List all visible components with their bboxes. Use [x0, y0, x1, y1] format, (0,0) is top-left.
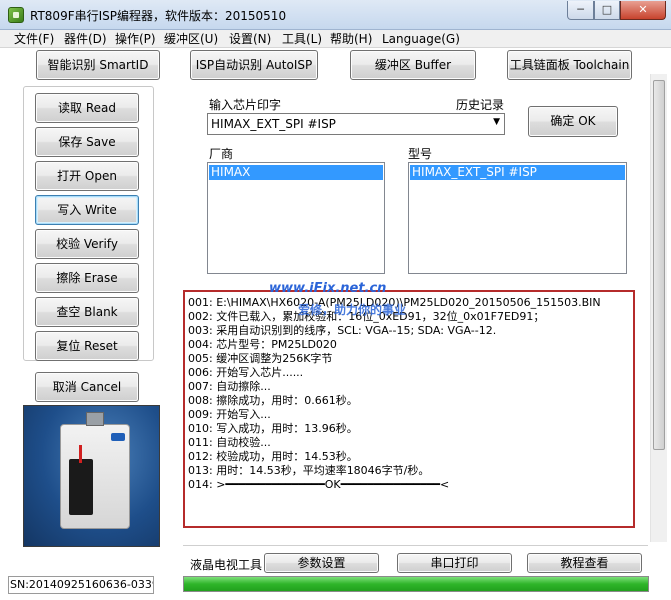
log-line: 010: 写入成功，用时：13.96秒。 — [188, 422, 358, 435]
brand-logo — [111, 433, 125, 441]
menu-help[interactable]: 帮助(H) — [330, 31, 372, 47]
menu-operation[interactable]: 操作(P) — [115, 31, 156, 47]
write-button[interactable]: 写入 Write — [35, 195, 139, 225]
log-line: 014: >━━━━━━━━━━━━━━━OK━━━━━━━━━━━━━━━< — [188, 478, 450, 491]
menu-language[interactable]: Language(G) — [382, 31, 460, 47]
title-bar: RT809F串行ISP编程器，软件版本：20150510 ─ □ ✕ — [0, 0, 671, 30]
vendor-list[interactable]: HIMAX — [207, 162, 385, 274]
app-icon — [8, 7, 24, 23]
log-line: 011: 自动校验... — [188, 436, 271, 449]
log-line: 006: 开始写入芯片...... — [188, 366, 304, 379]
erase-button[interactable]: 擦除 Erase — [35, 263, 139, 293]
blank-button[interactable]: 查空 Blank — [35, 297, 139, 327]
verify-button[interactable]: 校验 Verify — [35, 229, 139, 259]
window-scrollbar[interactable] — [650, 74, 667, 542]
usb-port — [86, 412, 104, 426]
save-button[interactable]: 保存 Save — [35, 127, 139, 157]
programmer-photo — [23, 405, 160, 547]
zif-socket — [69, 459, 93, 515]
tv-tools-label: 液晶电视工具 — [190, 558, 263, 572]
window-title: RT809F串行ISP编程器，软件版本：20150510 — [30, 9, 287, 23]
tutorial-button[interactable]: 教程查看 — [527, 553, 642, 573]
vendor-list-item-selected[interactable]: HIMAX — [209, 165, 383, 180]
scrollbar-thumb[interactable] — [653, 80, 665, 450]
chip-input-label: 输入芯片印字 — [209, 98, 282, 112]
serial-print-button[interactable]: 串口打印 — [397, 553, 512, 573]
params-button[interactable]: 参数设置 — [264, 553, 379, 573]
log-line: 013: 用时：14.53秒，平均速率18046字节/秒。 — [188, 464, 430, 477]
log-line: 009: 开始写入... — [188, 408, 271, 421]
buffer-button[interactable]: 缓冲区 Buffer — [350, 50, 476, 80]
open-button[interactable]: 打开 Open — [35, 161, 139, 191]
autoisp-button[interactable]: ISP自动识别 AutoISP — [190, 50, 318, 80]
maximize-button[interactable]: □ — [594, 1, 620, 20]
menu-device[interactable]: 器件(D) — [64, 31, 107, 47]
log-line: 004: 芯片型号：PM25LD020 — [188, 338, 337, 351]
toolchain-button[interactable]: 工具链面板 Toolchain — [507, 50, 632, 80]
model-list[interactable]: HIMAX_EXT_SPI #ISP — [408, 162, 627, 274]
read-button[interactable]: 读取 Read — [35, 93, 139, 123]
model-list-item-selected[interactable]: HIMAX_EXT_SPI #ISP — [410, 165, 625, 180]
menu-tools[interactable]: 工具(L) — [282, 31, 322, 47]
progress-bar — [183, 576, 649, 592]
watermark-slogan: 爱修，助力你的事业 — [298, 303, 407, 317]
log-line: 008: 擦除成功，用时：0.661秒。 — [188, 394, 358, 407]
menu-settings[interactable]: 设置(N) — [229, 31, 271, 47]
log-line: 012: 校验成功，用时：14.53秒。 — [188, 450, 358, 463]
log-line: 007: 自动擦除... — [188, 380, 271, 393]
programmer-body — [60, 424, 130, 529]
log-panel[interactable]: 001: E:\HIMAX\HX6020-A(PM25LD020)\PM25LD… — [183, 290, 635, 528]
model-label: 型号 — [408, 147, 433, 161]
chip-combobox[interactable]: HIMAX_EXT_SPI #ISP ▼ — [207, 113, 505, 135]
cancel-button[interactable]: 取消 Cancel — [35, 372, 139, 402]
ok-button[interactable]: 确定 OK — [528, 106, 618, 137]
smartid-button[interactable]: 智能识别 SmartID — [36, 50, 160, 80]
history-label: 历史记录 — [456, 98, 505, 112]
minimize-button[interactable]: ─ — [567, 1, 594, 20]
socket-lever — [79, 445, 82, 463]
dropdown-arrow-icon[interactable]: ▼ — [493, 117, 500, 127]
watermark-url: www.iFix.net.cn — [269, 281, 387, 296]
log-line: 003: 采用自动识别到的线序，SCL: VGA--15; SDA: VGA--… — [188, 324, 497, 337]
log-line: 005: 缓冲区调整为256K字节 — [188, 352, 333, 365]
serial-number-field: SN:20140925160636-033952 — [8, 576, 154, 594]
menu-bar: 文件(F) 器件(D) 操作(P) 缓冲区(U) 设置(N) 工具(L) 帮助(… — [0, 30, 671, 48]
menu-file[interactable]: 文件(F) — [14, 31, 54, 47]
close-button[interactable]: ✕ — [620, 1, 666, 20]
vendor-label: 厂商 — [209, 147, 234, 161]
divider — [183, 545, 648, 546]
progress-fill — [184, 577, 648, 591]
reset-button[interactable]: 复位 Reset — [35, 331, 139, 361]
chip-combobox-value: HIMAX_EXT_SPI #ISP — [211, 117, 336, 131]
menu-buffer[interactable]: 缓冲区(U) — [164, 31, 218, 47]
